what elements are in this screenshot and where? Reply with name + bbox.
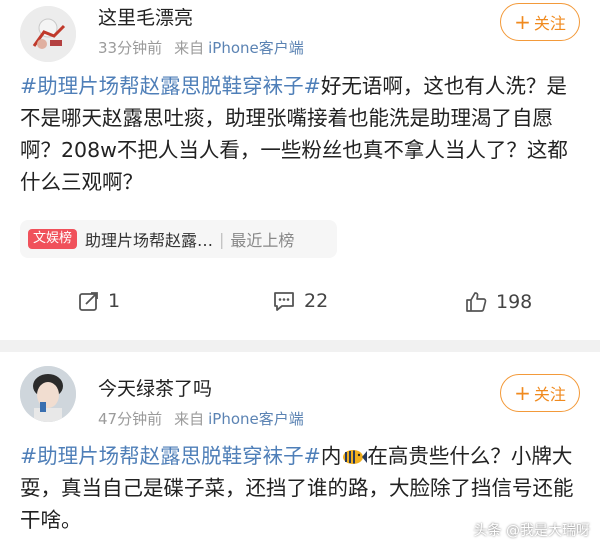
repost-button[interactable]: 1 (78, 290, 120, 312)
separator: | (219, 229, 225, 249)
post-divider (0, 340, 600, 352)
watermark: 头条 @我是大瑞呀 (473, 523, 590, 539)
post-body-start: 内 (320, 444, 342, 468)
avatar[interactable] (20, 6, 76, 62)
plus-icon: + (514, 381, 531, 405)
repost-count: 1 (108, 290, 121, 312)
source-prefix: 来自 (174, 410, 205, 428)
hashtag-link[interactable]: #助理片场帮赵露思脱鞋穿袜子# (20, 74, 321, 98)
hashtag-link[interactable]: #助理片场帮赵露思脱鞋穿袜子# (20, 444, 321, 468)
fish-emoji-icon (343, 450, 368, 464)
follow-button[interactable]: + 关注 (500, 3, 580, 41)
comment-count: 22 (304, 290, 329, 312)
follow-label: 关注 (533, 385, 566, 404)
follow-label: 关注 (533, 14, 566, 33)
post-text: #助理片场帮赵露思脱鞋穿袜子#好无语啊，这也有人洗？是不是哪天赵露思吐痰，助理张… (20, 70, 580, 198)
comment-icon (274, 292, 294, 311)
weibo-post: 这里毛漂亮 33分钟前 来自 iPhone客户端 + 关注 #助理片场帮赵露思脱鞋穿… (0, 0, 600, 340)
post-time: 33分钟前 (98, 39, 163, 57)
avatar-image-icon (20, 366, 76, 422)
trending-card[interactable]: 文娱榜 助理片场帮赵露… | 最近上榜 (20, 220, 337, 258)
plus-icon: + (514, 10, 531, 34)
comment-button[interactable]: 22 (272, 290, 328, 312)
repost-icon (79, 292, 98, 311)
post-meta: 33分钟前 来自 iPhone客户端 (98, 37, 304, 58)
source-device[interactable]: iPhone客户端 (208, 410, 304, 428)
username[interactable]: 这里毛漂亮 (98, 3, 193, 30)
username[interactable]: 今天绿茶了吗 (98, 374, 212, 401)
trend-title: 助理片场帮赵露… (85, 231, 214, 250)
like-count: 198 (496, 291, 533, 313)
avatar-image-icon (20, 6, 76, 62)
source-prefix: 来自 (174, 39, 205, 57)
weibo-post: 今天绿茶了吗 47分钟前 来自 iPhone客户端 + 关注 #助理片场帮赵露思脱鞋… (0, 352, 600, 548)
trend-badge: 文娱榜 (28, 229, 78, 249)
follow-button[interactable]: + 关注 (500, 374, 580, 412)
avatar[interactable] (20, 366, 76, 422)
action-bar: 1 22 198 (0, 280, 600, 330)
trend-rank: 最近上榜 (230, 231, 295, 250)
thumbs-up-icon (466, 292, 487, 312)
post-time: 47分钟前 (98, 410, 163, 428)
source-device[interactable]: iPhone客户端 (208, 39, 304, 57)
post-meta: 47分钟前 来自 iPhone客户端 (98, 408, 304, 429)
like-button[interactable]: 198 (464, 290, 532, 314)
